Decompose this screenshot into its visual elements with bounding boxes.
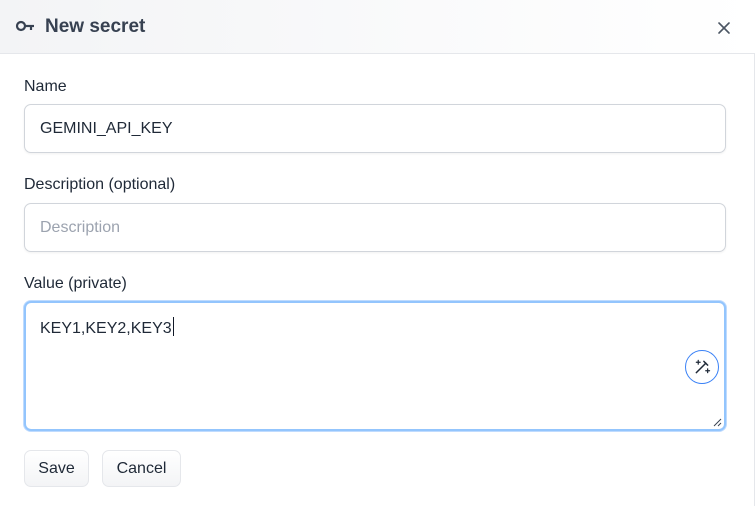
- value-textarea[interactable]: KEY1,KEY2,KEY3: [24, 301, 726, 431]
- description-label: Description (optional): [24, 176, 176, 193]
- save-button[interactable]: Save: [24, 450, 89, 487]
- cancel-button[interactable]: Cancel: [102, 450, 181, 487]
- value-label: Value (private): [24, 275, 127, 292]
- resize-handle-icon[interactable]: [712, 417, 722, 427]
- magic-wand-icon: [695, 359, 711, 374]
- key-icon: [15, 20, 34, 32]
- name-input[interactable]: [24, 104, 726, 153]
- magic-wand-button[interactable]: [685, 350, 719, 384]
- text-caret: [172, 317, 174, 336]
- close-icon[interactable]: [713, 17, 735, 39]
- description-input[interactable]: [24, 203, 726, 252]
- dialog-header: New secret: [0, 0, 755, 54]
- value-text: KEY1,KEY2,KEY3: [40, 320, 172, 337]
- name-label: Name: [24, 78, 67, 95]
- dialog-title: New secret: [45, 16, 146, 37]
- new-secret-dialog: New secret Name Description (optional) V…: [0, 0, 755, 506]
